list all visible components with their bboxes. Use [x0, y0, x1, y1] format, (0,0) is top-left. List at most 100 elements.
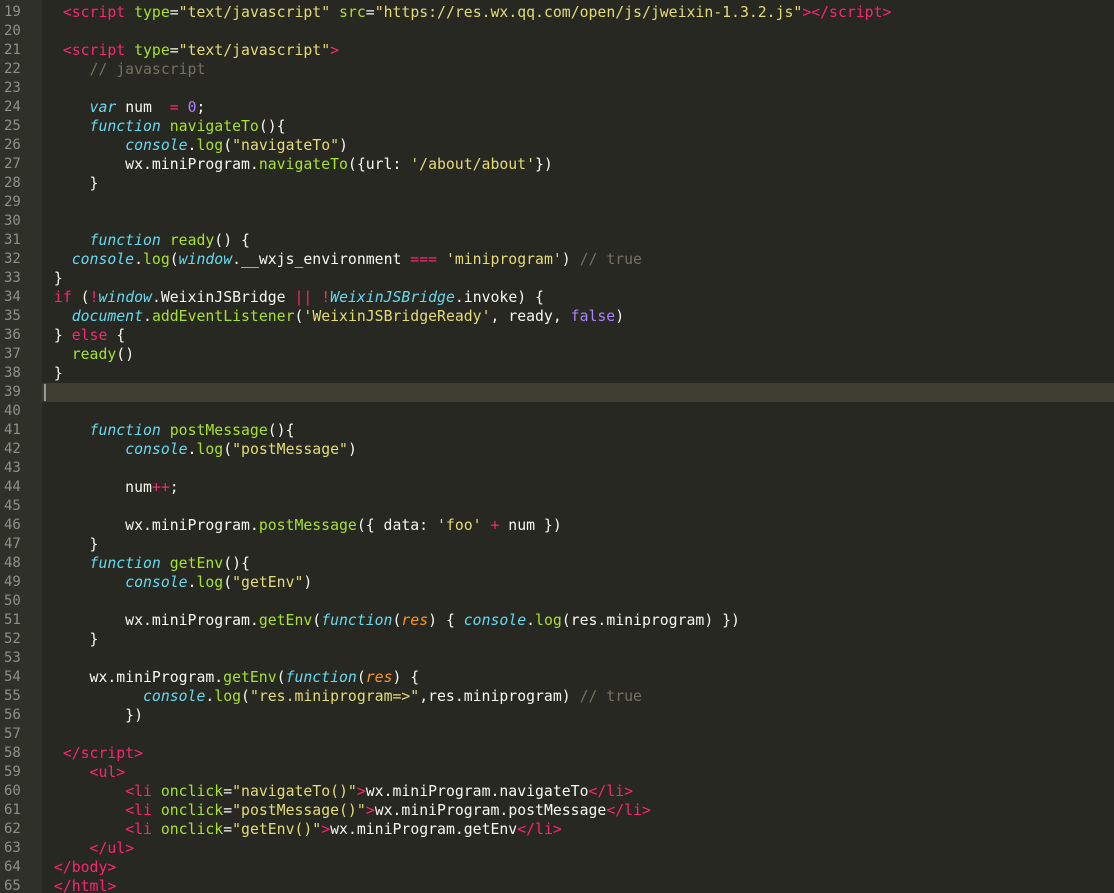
- code-line[interactable]: </script>: [45, 744, 143, 763]
- code-line[interactable]: }: [45, 269, 63, 288]
- line-number: 54: [4, 669, 21, 685]
- code-token: >: [107, 878, 117, 893]
- code-token: .: [143, 308, 152, 325]
- code-token: // true: [579, 688, 642, 705]
- code-token: ): [303, 574, 313, 591]
- code-line[interactable]: console.log(window.__wxjs_environment ==…: [45, 250, 642, 269]
- line-number: 42: [4, 441, 21, 457]
- code-line[interactable]: </body>: [45, 858, 116, 877]
- code-line[interactable]: var num = 0;: [45, 98, 206, 117]
- code-token: >: [330, 42, 340, 59]
- code-token: (: [312, 612, 322, 629]
- code-token: res: [365, 669, 393, 686]
- line-number: 46: [4, 517, 21, 533]
- code-line[interactable]: function postMessage(){: [45, 421, 295, 440]
- code-token: .: [134, 251, 144, 268]
- code-token: navigateTo: [258, 156, 348, 173]
- code-line[interactable]: } else {: [45, 326, 125, 345]
- code-line[interactable]: </ul>: [45, 839, 135, 858]
- line-number: 30: [4, 213, 21, 229]
- code-token: }): [534, 156, 553, 173]
- code-token: >: [107, 859, 117, 876]
- code-line[interactable]: function getEnv(){: [45, 554, 250, 573]
- line-number: 26: [4, 137, 21, 153]
- code-line[interactable]: console.log("postMessage"): [45, 440, 357, 459]
- code-line[interactable]: ready(): [45, 345, 134, 364]
- code-line[interactable]: // javascript: [45, 60, 206, 79]
- code-token: document: [71, 308, 144, 325]
- code-token: '/about/about': [410, 156, 535, 173]
- code-token: num }): [499, 517, 562, 534]
- code-token: ): [615, 308, 625, 325]
- code-line[interactable]: function navigateTo(){: [45, 117, 286, 136]
- code-line[interactable]: }: [45, 535, 99, 554]
- code-line[interactable]: wx.miniProgram.postMessage({ data: 'foo'…: [45, 516, 562, 535]
- line-number: 24: [4, 99, 21, 115]
- code-line[interactable]: function ready() {: [45, 231, 250, 250]
- code-token: >: [134, 745, 144, 762]
- code-token: >: [641, 802, 651, 819]
- code-token: wx.miniProgram.postMessage: [374, 802, 607, 819]
- code-line[interactable]: console.log("getEnv"): [45, 573, 312, 592]
- code-line[interactable]: }: [45, 174, 99, 193]
- code-token: "postMessage": [232, 441, 348, 458]
- code-token: {: [107, 327, 126, 344]
- line-number: 31: [4, 232, 21, 248]
- code-line[interactable]: wx.miniProgram.navigateTo({url: '/about/…: [45, 155, 553, 174]
- code-token: >: [552, 821, 562, 838]
- code-line[interactable]: wx.miniProgram.getEnv(function(res) {: [45, 668, 420, 687]
- code-token: </ul: [89, 840, 126, 857]
- code-line[interactable]: console.log("navigateTo"): [45, 136, 348, 155]
- code-line[interactable]: if (!window.WeixinJSBridge || !WeixinJSB…: [45, 288, 544, 307]
- code-token: WeixinJSBridge: [330, 289, 455, 306]
- code-token: </li: [588, 783, 625, 800]
- code-line[interactable]: <li onclick="getEnv()">wx.miniProgram.ge…: [45, 820, 562, 839]
- code-token: </li: [517, 821, 553, 838]
- line-number: 38: [4, 365, 21, 381]
- code-token: wx.miniProgram.: [45, 669, 224, 686]
- code-editor[interactable]: 19 20 21 22 23 24 25 26 27 28 29 30 31 32 33 34 35 36 37 38…: [0, 0, 1114, 893]
- code-line[interactable]: console.log("res.miniprogram=>",res.mini…: [45, 687, 642, 706]
- code-token: ({ data:: [356, 517, 437, 534]
- code-line[interactable]: }): [45, 706, 143, 725]
- code-line[interactable]: <script type="text/javascript" src="http…: [45, 3, 892, 22]
- code-token: =: [169, 99, 179, 116]
- code-token: wx.miniProgram.navigateTo: [365, 783, 589, 800]
- code-line[interactable]: }: [45, 630, 99, 649]
- code-token: "navigateTo": [232, 137, 340, 154]
- code-line[interactable]: </html>: [45, 877, 116, 893]
- code-line[interactable]: <ul>: [45, 763, 126, 782]
- code-token: log: [214, 688, 242, 705]
- code-line[interactable]: <li onclick="postMessage()">wx.miniProgr…: [45, 801, 651, 820]
- code-line[interactable]: document.addEventListener('WeixinJSBridg…: [45, 307, 624, 326]
- code-token: </script: [62, 745, 135, 762]
- code-token: =: [169, 4, 179, 21]
- code-line[interactable]: wx.miniProgram.getEnv(function(res) { co…: [45, 611, 740, 630]
- line-number: 22: [4, 61, 21, 77]
- code-token: (: [71, 289, 90, 306]
- code-line[interactable]: }: [45, 364, 63, 383]
- code-token: >: [125, 840, 135, 857]
- code-token: >: [116, 764, 126, 781]
- code-line[interactable]: <li onclick="navigateTo()">wx.miniProgra…: [45, 782, 633, 801]
- code-token: ): [339, 137, 348, 154]
- current-line-highlight: [0, 383, 1114, 402]
- code-line[interactable]: <script type="text/javascript">: [45, 41, 339, 60]
- line-number-gutter: 19 20 21 22 23 24 25 26 27 28 29 30 31 32 33 34 35 36 37 38…: [0, 0, 42, 893]
- code-line[interactable]: num++;: [45, 478, 178, 497]
- code-token: >: [356, 783, 366, 800]
- code-token: wx.miniProgram.: [45, 517, 259, 534]
- line-number: 60: [4, 783, 21, 799]
- line-number: 52: [4, 631, 21, 647]
